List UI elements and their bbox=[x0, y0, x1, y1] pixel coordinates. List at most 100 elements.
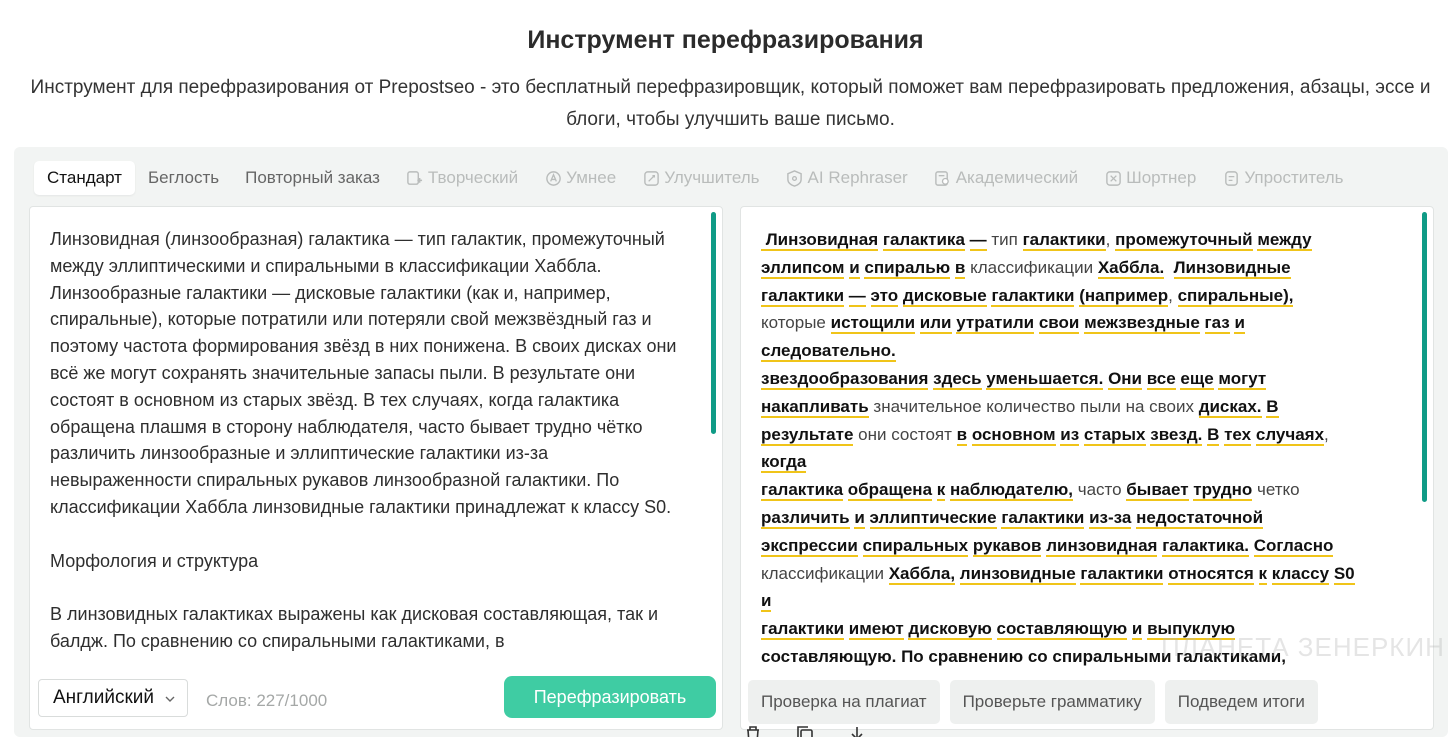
rephrased-word[interactable]: когда bbox=[761, 452, 807, 474]
rephrased-word[interactable]: галактики bbox=[991, 285, 1075, 307]
rephrased-word[interactable]: составляющую bbox=[996, 619, 1128, 641]
rephrased-word[interactable]: накапливать bbox=[761, 396, 869, 418]
rephrased-word[interactable]: галактика. bbox=[1162, 535, 1249, 557]
rephrased-word[interactable]: случаях bbox=[1255, 424, 1325, 446]
rephrased-word[interactable]: и bbox=[849, 257, 860, 279]
rephrased-word[interactable]: звездообразования bbox=[761, 368, 929, 390]
rephrased-word[interactable]: дисковые bbox=[902, 285, 987, 307]
rephrased-word[interactable]: бывает bbox=[1126, 480, 1189, 502]
rephrased-word[interactable]: рукавов bbox=[972, 535, 1042, 557]
language-select[interactable]: Английский bbox=[38, 679, 188, 717]
rephrased-word[interactable]: эллиптические bbox=[869, 507, 997, 529]
rephrased-word[interactable]: из-за bbox=[1089, 507, 1132, 529]
rephrased-word[interactable]: утратили bbox=[956, 313, 1035, 335]
rephrased-word[interactable]: и bbox=[1131, 619, 1143, 641]
rephrased-word[interactable]: газ bbox=[1204, 313, 1230, 335]
rephrased-word[interactable]: и bbox=[1234, 313, 1245, 335]
tab-2[interactable]: Беглость bbox=[135, 161, 232, 195]
rephrased-word[interactable]: или bbox=[919, 313, 952, 335]
rephrased-word[interactable]: промежуточный bbox=[1115, 230, 1253, 251]
rephrased-word[interactable]: между bbox=[1257, 230, 1312, 251]
tab-1[interactable]: Стандарт bbox=[34, 161, 135, 195]
rephrased-word[interactable]: В bbox=[1207, 424, 1220, 446]
rephrased-word[interactable]: Они bbox=[1108, 368, 1143, 390]
tab-label: Умнее bbox=[566, 168, 617, 187]
rephrased-word[interactable]: истощили bbox=[830, 313, 916, 335]
rephrased-word[interactable]: линзовидная bbox=[1046, 535, 1158, 557]
paraphrase-button[interactable]: Перефразировать bbox=[504, 676, 716, 718]
rephrased-word[interactable]: могут bbox=[1218, 368, 1267, 390]
tab-5[interactable]: Умнее bbox=[531, 161, 629, 195]
rephrased-word[interactable]: из bbox=[1060, 424, 1080, 446]
output-scrollbar[interactable] bbox=[1422, 212, 1427, 502]
rephrased-word[interactable]: относятся bbox=[1168, 563, 1254, 585]
rephrased-word[interactable]: свои bbox=[1038, 313, 1080, 335]
tab-8[interactable]: Академический bbox=[921, 161, 1091, 195]
rephrased-word[interactable]: Линзовидная bbox=[761, 230, 879, 251]
rephrased-word[interactable]: межзвездные bbox=[1084, 313, 1200, 335]
rephrased-word[interactable]: галактика bbox=[882, 230, 965, 251]
grammar-check-button[interactable]: Проверьте грамматику bbox=[949, 680, 1155, 724]
rephrased-word[interactable]: спиральные), bbox=[1177, 285, 1294, 307]
rephrased-word[interactable]: здесь bbox=[933, 368, 982, 390]
rephrased-word[interactable]: в bbox=[956, 424, 968, 446]
rephrased-word[interactable]: это bbox=[870, 285, 899, 307]
rephrased-word[interactable]: галактика bbox=[761, 480, 844, 502]
tab-6[interactable]: Улучшитель bbox=[629, 161, 772, 195]
input-textarea[interactable]: Линзовидная (линзообразная) галактика — … bbox=[50, 226, 680, 666]
tab-7[interactable]: AI Rephraser bbox=[773, 161, 921, 195]
tab-4[interactable]: Творческий bbox=[393, 161, 531, 195]
rephrased-word[interactable]: и bbox=[854, 507, 865, 529]
rephrased-word[interactable]: обращена bbox=[847, 480, 933, 502]
delete-icon[interactable] bbox=[742, 724, 764, 737]
rephrased-word[interactable]: Согласно bbox=[1253, 535, 1334, 557]
rephrased-word[interactable]: спиралью bbox=[864, 257, 951, 279]
rephrased-word[interactable]: еще bbox=[1180, 368, 1214, 390]
rephrased-word[interactable]: Хаббла, bbox=[888, 563, 956, 585]
rephrased-word[interactable]: дисках. bbox=[1198, 396, 1262, 418]
rephrased-word[interactable]: галактики bbox=[761, 619, 845, 641]
rephrased-word[interactable]: недостаточной bbox=[1136, 507, 1264, 529]
rephrased-word[interactable]: классу bbox=[1271, 563, 1330, 585]
rephrased-word[interactable]: S0 bbox=[1333, 563, 1355, 585]
summarize-button[interactable]: Подведем итоги bbox=[1164, 680, 1318, 724]
rephrased-word[interactable]: тех bbox=[1224, 424, 1252, 446]
tab-9[interactable]: Шортнер bbox=[1091, 161, 1209, 195]
rephrased-word[interactable]: различить bbox=[761, 507, 850, 529]
rephrased-word[interactable]: в bbox=[954, 257, 966, 279]
tab-10[interactable]: Упроститель bbox=[1209, 161, 1356, 195]
rephrased-word[interactable]: — bbox=[969, 230, 987, 251]
rephrased-word[interactable]: галактики bbox=[1022, 230, 1106, 251]
rephrased-word[interactable]: к bbox=[936, 480, 946, 502]
rephrased-word[interactable]: результате bbox=[761, 424, 854, 446]
rephrased-word[interactable]: трудно bbox=[1193, 480, 1253, 502]
download-icon[interactable] bbox=[846, 724, 868, 737]
rephrased-word[interactable]: экспрессии bbox=[761, 535, 858, 557]
plagiarism-check-button[interactable]: Проверка на плагиат bbox=[748, 680, 940, 724]
rephrased-word[interactable]: старых bbox=[1083, 424, 1146, 446]
rephrased-word[interactable]: Линзовидные bbox=[1173, 257, 1291, 279]
rephrased-word[interactable]: уменьшается. bbox=[986, 368, 1104, 390]
rephrased-word[interactable]: к bbox=[1258, 563, 1268, 585]
rephrased-word[interactable]: все bbox=[1146, 368, 1176, 390]
rephrased-word[interactable]: имеют bbox=[848, 619, 904, 641]
rephrased-word[interactable]: галактики bbox=[761, 285, 845, 307]
rephrased-word[interactable]: Хаббла. bbox=[1097, 257, 1165, 279]
rephrased-word[interactable]: следовательно. bbox=[761, 341, 896, 363]
rephrased-word[interactable]: В bbox=[1266, 396, 1279, 418]
rephrased-word[interactable]: наблюдателю, bbox=[950, 480, 1073, 502]
rephrased-word[interactable]: звезд. bbox=[1150, 424, 1203, 446]
rephrased-word[interactable]: и bbox=[761, 591, 772, 613]
rephrased-word[interactable]: спиральных bbox=[862, 535, 969, 557]
rephrased-word[interactable]: основном bbox=[971, 424, 1056, 446]
rephrased-word[interactable]: галактики bbox=[1080, 563, 1164, 585]
rephrased-word[interactable]: галактики bbox=[1001, 507, 1085, 529]
rephrased-word[interactable]: — bbox=[848, 285, 866, 307]
rephrased-word[interactable]: дисковую bbox=[908, 619, 992, 641]
copy-icon[interactable] bbox=[794, 724, 816, 737]
rephrased-word[interactable]: линзовидные bbox=[959, 563, 1076, 585]
rephrased-word[interactable]: (например bbox=[1079, 285, 1169, 307]
input-scrollbar[interactable] bbox=[711, 212, 716, 434]
rephrased-word[interactable]: эллипсом bbox=[761, 257, 845, 279]
tab-3[interactable]: Повторный заказ bbox=[232, 161, 393, 195]
